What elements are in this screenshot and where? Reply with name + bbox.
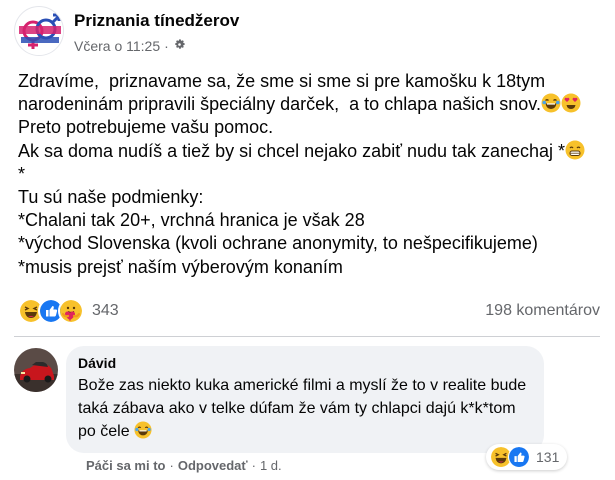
post-text-line: *musis prejsť naším výberovým konaním: [18, 256, 343, 277]
comment-reactions[interactable]: 131: [486, 444, 568, 470]
comment-author[interactable]: Dávid: [78, 354, 532, 372]
comments-count[interactable]: 198 komentárov: [485, 302, 600, 320]
like-icon: [508, 446, 530, 468]
comment-age[interactable]: 1 d.: [260, 458, 282, 473]
post-text-line: *východ Slovenska (kvoli ochrane anonymi…: [18, 233, 538, 254]
comment: Dávid Bože zas niekto kuka americké film…: [14, 346, 544, 453]
page-logo: [16, 8, 63, 55]
post-text-line: *Chalani tak 20+, vrchná hranica je však…: [18, 210, 365, 231]
post-text-line: Tu sú naše podmienky:: [18, 187, 204, 208]
comment-bubble: Dávid Bože zas niekto kuka americké film…: [66, 346, 544, 453]
reply-comment-button[interactable]: Odpovedať: [178, 458, 248, 473]
heart-eyes-emoji-icon: [561, 93, 581, 113]
reactions-bar: 343 198 komentárov: [18, 296, 600, 326]
post-text-line: Preto potrebujeme vašu pomoc.: [18, 117, 274, 138]
avatar[interactable]: [14, 348, 58, 392]
reaction-count[interactable]: 343: [92, 302, 119, 320]
post-timestamp[interactable]: Včera o 11:25: [74, 36, 160, 56]
comment-actions: Páči sa mi to · Odpovedať · 1 d.: [86, 458, 282, 473]
post-text-line: *: [18, 163, 26, 184]
like-comment-button[interactable]: Páči sa mi to: [86, 458, 165, 473]
care-icon: [58, 298, 84, 324]
comment-text: Bože zas niekto kuka americké filmi a my…: [78, 377, 527, 441]
page-avatar[interactable]: [14, 6, 64, 56]
post-text-line: Ak sa doma nudíš a tiež by si chcel neja…: [18, 140, 608, 163]
post-body: Zdravíme, priznavame sa, že sme si sme s…: [18, 70, 608, 279]
post-meta: Včera o 11:25 ·: [74, 36, 239, 56]
post-text-line: Zdravíme, priznavame sa, že sme si sme s…: [18, 70, 608, 116]
post-reactions[interactable]: 343: [18, 298, 119, 324]
joy-emoji-icon: [134, 421, 154, 441]
grin-sweat-emoji-icon: [565, 140, 585, 160]
comment-reaction-count: 131: [536, 449, 560, 465]
post-header: Priznania tínedžerov Včera o 11:25 ·: [14, 6, 239, 58]
page-name[interactable]: Priznania tínedžerov: [74, 10, 239, 32]
gear-icon[interactable]: [173, 36, 186, 56]
divider: [14, 336, 600, 337]
joy-emoji-icon: [541, 93, 561, 113]
